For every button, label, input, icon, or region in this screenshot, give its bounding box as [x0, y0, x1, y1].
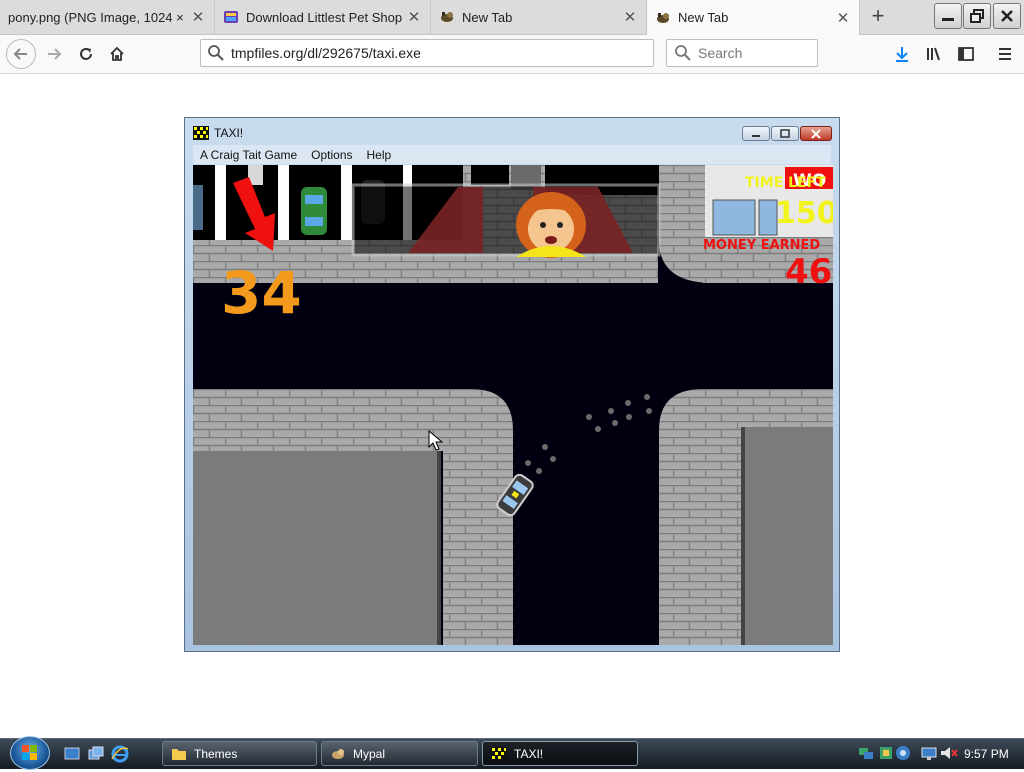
folder-icon — [172, 748, 186, 760]
shield-tray-icon[interactable] — [895, 745, 911, 761]
home-button[interactable] — [103, 40, 131, 68]
close-icon[interactable]: ✕ — [404, 8, 424, 26]
tab-new-active[interactable]: New Tab ✕ — [647, 0, 860, 35]
pony-favicon-icon — [439, 9, 455, 25]
windows-logo-icon — [22, 745, 37, 760]
tab-strip: pony.png (PNG Image, 1024 × 768 pixels) … — [0, 0, 1024, 35]
hamburger-menu-icon — [999, 48, 1011, 60]
taskbar-button-label: TAXI! — [514, 746, 544, 761]
taskbar-button-mypal[interactable]: Mypal — [321, 741, 478, 766]
taxi-app-icon — [491, 746, 507, 761]
display-tray-icon[interactable] — [921, 745, 937, 761]
taskbar: Themes Mypal TAXI! 9:57 PM — [0, 736, 1024, 770]
search-icon — [208, 45, 224, 61]
menu-item-options[interactable]: Options — [304, 148, 359, 162]
close-icon — [811, 128, 821, 139]
app-favicon-icon — [223, 9, 239, 25]
navigation-toolbar: tmpfiles.org/dl/292675/taxi.exe — [0, 35, 1024, 74]
game-menu-bar: A Craig Tait Game Options Help — [193, 145, 831, 164]
menu-item-about[interactable]: A Craig Tait Game — [193, 148, 304, 162]
start-button[interactable] — [10, 736, 50, 770]
minimize-icon — [942, 18, 954, 21]
pony-favicon-icon — [655, 10, 671, 26]
game-minimize-button[interactable] — [742, 126, 770, 141]
forward-button[interactable] — [40, 40, 68, 68]
taxi-app-icon — [193, 126, 209, 140]
time-left-value: 150 — [775, 196, 833, 231]
tab-title: New Tab — [678, 10, 729, 25]
building-lower-right — [745, 427, 833, 645]
passenger-face-icon — [516, 192, 586, 258]
address-bar[interactable]: tmpfiles.org/dl/292675/taxi.exe — [200, 39, 654, 67]
game-close-button[interactable] — [800, 126, 832, 141]
tab-new-1[interactable]: New Tab ✕ — [431, 0, 647, 34]
game-maximize-button[interactable] — [771, 126, 799, 141]
system-clock: 9:57 PM — [964, 747, 1009, 761]
volume-muted-icon[interactable] — [940, 745, 958, 761]
search-box[interactable] — [666, 39, 818, 67]
taskbar-button-taxi[interactable]: TAXI! — [482, 741, 638, 766]
taskbar-button-label: Themes — [194, 746, 238, 761]
close-icon[interactable]: ✕ — [188, 8, 208, 26]
pony-favicon-icon — [332, 748, 344, 759]
window-title-text: TAXI! — [214, 126, 244, 140]
money-earned-value: 46 — [785, 252, 832, 292]
sidebar-icon — [958, 47, 974, 61]
tab-download[interactable]: Download Littlest Pet Shop (Windows) ✕ — [215, 0, 431, 34]
taxi-game-window: TAXI! A Craig Tait Game Options Help WO … — [184, 117, 840, 652]
library-button[interactable] — [920, 40, 948, 68]
window-title: TAXI! — [193, 126, 243, 140]
parked-car-green — [301, 187, 327, 235]
show-desktop-icon[interactable] — [64, 746, 80, 762]
update-tray-icon[interactable] — [878, 745, 894, 761]
url-text: tmpfiles.org/dl/292675/taxi.exe — [231, 45, 421, 61]
reload-button[interactable] — [72, 40, 100, 68]
downloads-button[interactable] — [888, 40, 916, 68]
maximize-icon — [780, 128, 790, 138]
taskbar-button-themes[interactable]: Themes — [162, 741, 317, 766]
close-window-button[interactable] — [993, 3, 1021, 29]
minimize-button[interactable] — [934, 3, 962, 29]
tab-title: pony.png (PNG Image, 1024 × 768 pixels) — [8, 9, 188, 25]
tab-title: New Tab — [462, 9, 513, 25]
menu-item-help[interactable]: Help — [360, 148, 399, 162]
restore-icon — [970, 9, 984, 23]
time-left-label: TIME LEFT — [745, 175, 826, 191]
search-icon — [675, 45, 691, 61]
sidebar-button[interactable] — [952, 40, 980, 68]
close-icon — [1001, 10, 1013, 22]
back-button[interactable] — [6, 39, 36, 69]
minimize-icon — [752, 134, 760, 137]
game-scene: WO 34 TIME LEFT 150 MONEY EARNED 46 — [193, 165, 833, 645]
internet-explorer-icon[interactable] — [111, 745, 129, 763]
back-arrow-icon — [13, 48, 27, 60]
switch-windows-icon[interactable] — [88, 746, 104, 762]
restore-button[interactable] — [963, 3, 991, 29]
close-icon[interactable]: ✕ — [620, 8, 640, 26]
download-icon — [896, 47, 908, 62]
network-tray-icon[interactable] — [858, 745, 874, 761]
taskbar-button-label: Mypal — [353, 746, 386, 761]
close-icon[interactable]: ✕ — [833, 9, 853, 27]
tab-title: Download Littlest Pet Shop (Windows) — [246, 9, 404, 25]
home-icon — [110, 46, 124, 61]
countdown-number: 34 — [221, 259, 302, 327]
library-icon — [927, 47, 940, 61]
game-canvas[interactable]: WO 34 TIME LEFT 150 MONEY EARNED 46 — [193, 165, 833, 645]
tab-pony-png[interactable]: pony.png (PNG Image, 1024 × 768 pixels) … — [0, 0, 215, 34]
reload-icon — [80, 48, 92, 60]
building-lower-left — [193, 451, 437, 645]
search-input[interactable] — [696, 44, 810, 62]
money-earned-label: MONEY EARNED — [703, 238, 820, 253]
forward-arrow-icon — [48, 48, 62, 60]
menu-button[interactable] — [991, 40, 1019, 68]
new-tab-button[interactable]: + — [866, 4, 890, 28]
